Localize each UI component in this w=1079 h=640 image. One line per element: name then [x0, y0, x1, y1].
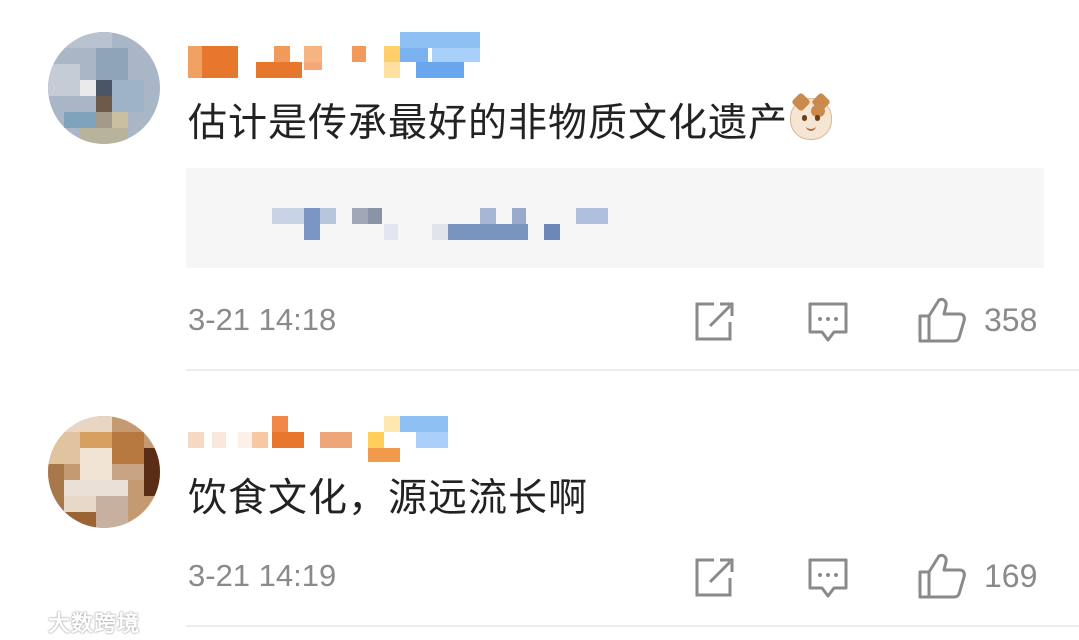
watermark: 大数跨境 — [8, 606, 141, 637]
comment-text: 估计是传承最好的非物质文化遗产 — [188, 92, 833, 147]
comment-time: 3-21 14:19 — [188, 558, 337, 593]
avatar[interactable] — [48, 416, 160, 528]
comment-item: 饮食文化，源远流长啊 3-21 14:19 169 — [0, 372, 1079, 640]
watermark-text: 大数跨境 — [48, 612, 141, 637]
comment-icon[interactable] — [806, 300, 850, 344]
share-icon[interactable] — [692, 556, 736, 600]
comment-text: 饮食文化，源远流长啊 — [188, 476, 589, 521]
like-icon[interactable] — [917, 552, 967, 600]
like-count: 169 — [984, 558, 1038, 594]
comment-text-content: 估计是传承最好的非物质文化遗产 — [188, 101, 789, 146]
divider — [186, 369, 1079, 371]
like-icon[interactable] — [917, 296, 967, 344]
comment-time: 3-21 14:18 — [188, 302, 337, 337]
watermark-logo-icon — [8, 612, 48, 634]
comment-item: 估计是传承最好的非物质文化遗产 3-21 14:18 358 — [0, 0, 1079, 372]
quoted-reply-blurred[interactable] — [186, 168, 1044, 268]
avatar[interactable] — [48, 32, 160, 144]
like-count: 358 — [984, 302, 1038, 338]
comment-actions: 3-21 14:19 169 — [0, 552, 1079, 602]
divider — [186, 625, 1079, 627]
comment-actions: 3-21 14:18 358 — [0, 296, 1079, 346]
comment-icon[interactable] — [806, 556, 850, 600]
share-icon[interactable] — [692, 300, 736, 344]
cat-face-emoji — [790, 92, 833, 140]
